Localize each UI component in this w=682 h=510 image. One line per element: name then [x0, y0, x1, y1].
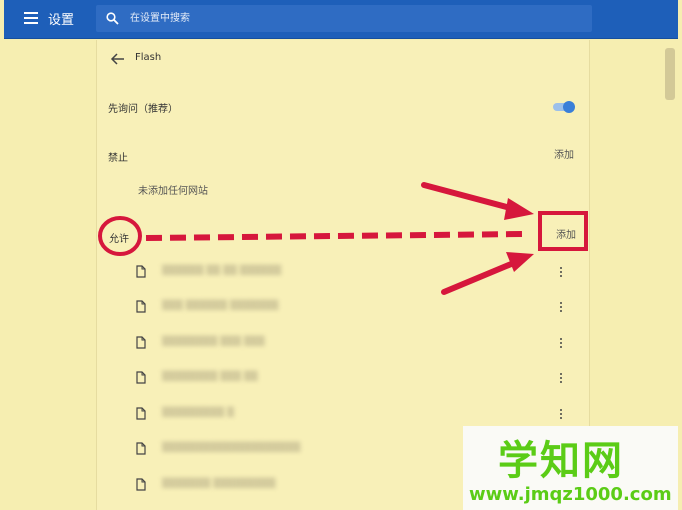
site-url: ▒▒▒▒▒▒▒▒▒ ▒: [162, 408, 235, 418]
site-row: ▒▒▒ ▒▒▒▒▒▒ ▒▒▒▒▒▒▒: [136, 298, 576, 318]
site-row: ▒▒▒▒▒▒▒▒▒ ▒: [136, 405, 576, 425]
file-icon: [136, 407, 146, 420]
site-url: ▒▒▒▒▒▒▒▒ ▒▒▒ ▒▒: [162, 372, 258, 382]
block-add-button[interactable]: 添加: [554, 146, 574, 161]
allow-section-label: 允许: [109, 234, 129, 245]
block-empty-text: 未添加任何网站: [138, 186, 208, 197]
allow-add-button[interactable]: 添加: [556, 226, 576, 241]
watermark: 学知网 www.jmqz1000.com: [463, 426, 678, 510]
site-url: ▒▒▒▒▒▒ ▒▒ ▒▒ ▒▒▒▒▒▒: [162, 266, 282, 276]
site-url: ▒▒▒▒▒▒▒▒ ▒▒▒ ▒▒▒: [162, 337, 265, 347]
file-icon: [136, 442, 146, 455]
site-url: ▒▒▒▒▒▒▒▒▒▒▒▒▒▒▒▒▒▒▒▒: [162, 443, 301, 453]
more-vert-icon[interactable]: [555, 265, 567, 279]
more-vert-icon[interactable]: [555, 407, 567, 421]
ask-first-toggle[interactable]: [551, 101, 575, 113]
page-title: Flash: [135, 52, 162, 63]
site-row: ▒▒▒▒▒▒ ▒▒ ▒▒ ▒▒▒▒▒▒: [136, 263, 576, 283]
block-section-label: 禁止: [108, 153, 128, 164]
site-row: ▒▒▒▒▒▒▒▒ ▒▒▒ ▒▒▒: [136, 334, 576, 354]
more-vert-icon[interactable]: [555, 300, 567, 314]
file-icon: [136, 371, 146, 384]
watermark-logo: 学知网: [498, 438, 624, 484]
file-icon: [136, 265, 146, 278]
search-box[interactable]: [96, 5, 592, 32]
settings-toolbar: 设置: [4, 0, 678, 39]
file-icon: [136, 336, 146, 349]
file-icon: [136, 300, 146, 313]
hamburger-menu-icon[interactable]: [24, 12, 38, 24]
site-url: ▒▒▒ ▒▒▒▒▒▒ ▒▒▒▒▒▒▒: [162, 301, 279, 311]
ask-first-label: 先询问（推荐）: [108, 104, 178, 115]
more-vert-icon[interactable]: [555, 336, 567, 350]
search-input[interactable]: [130, 5, 570, 32]
toggle-knob: [563, 101, 575, 113]
file-icon: [136, 478, 146, 491]
search-icon: [106, 12, 119, 25]
site-url: ▒▒▒▒▒▒▒ ▒▒▒▒▒▒▒▒▒: [162, 479, 276, 489]
scrollbar[interactable]: [665, 48, 675, 100]
watermark-url: www.jmqz1000.com: [469, 484, 672, 505]
app-title: 设置: [48, 13, 75, 28]
back-arrow-icon[interactable]: [110, 52, 126, 66]
more-vert-icon[interactable]: [555, 371, 567, 385]
site-row: ▒▒▒▒▒▒▒▒ ▒▒▒ ▒▒: [136, 369, 576, 389]
